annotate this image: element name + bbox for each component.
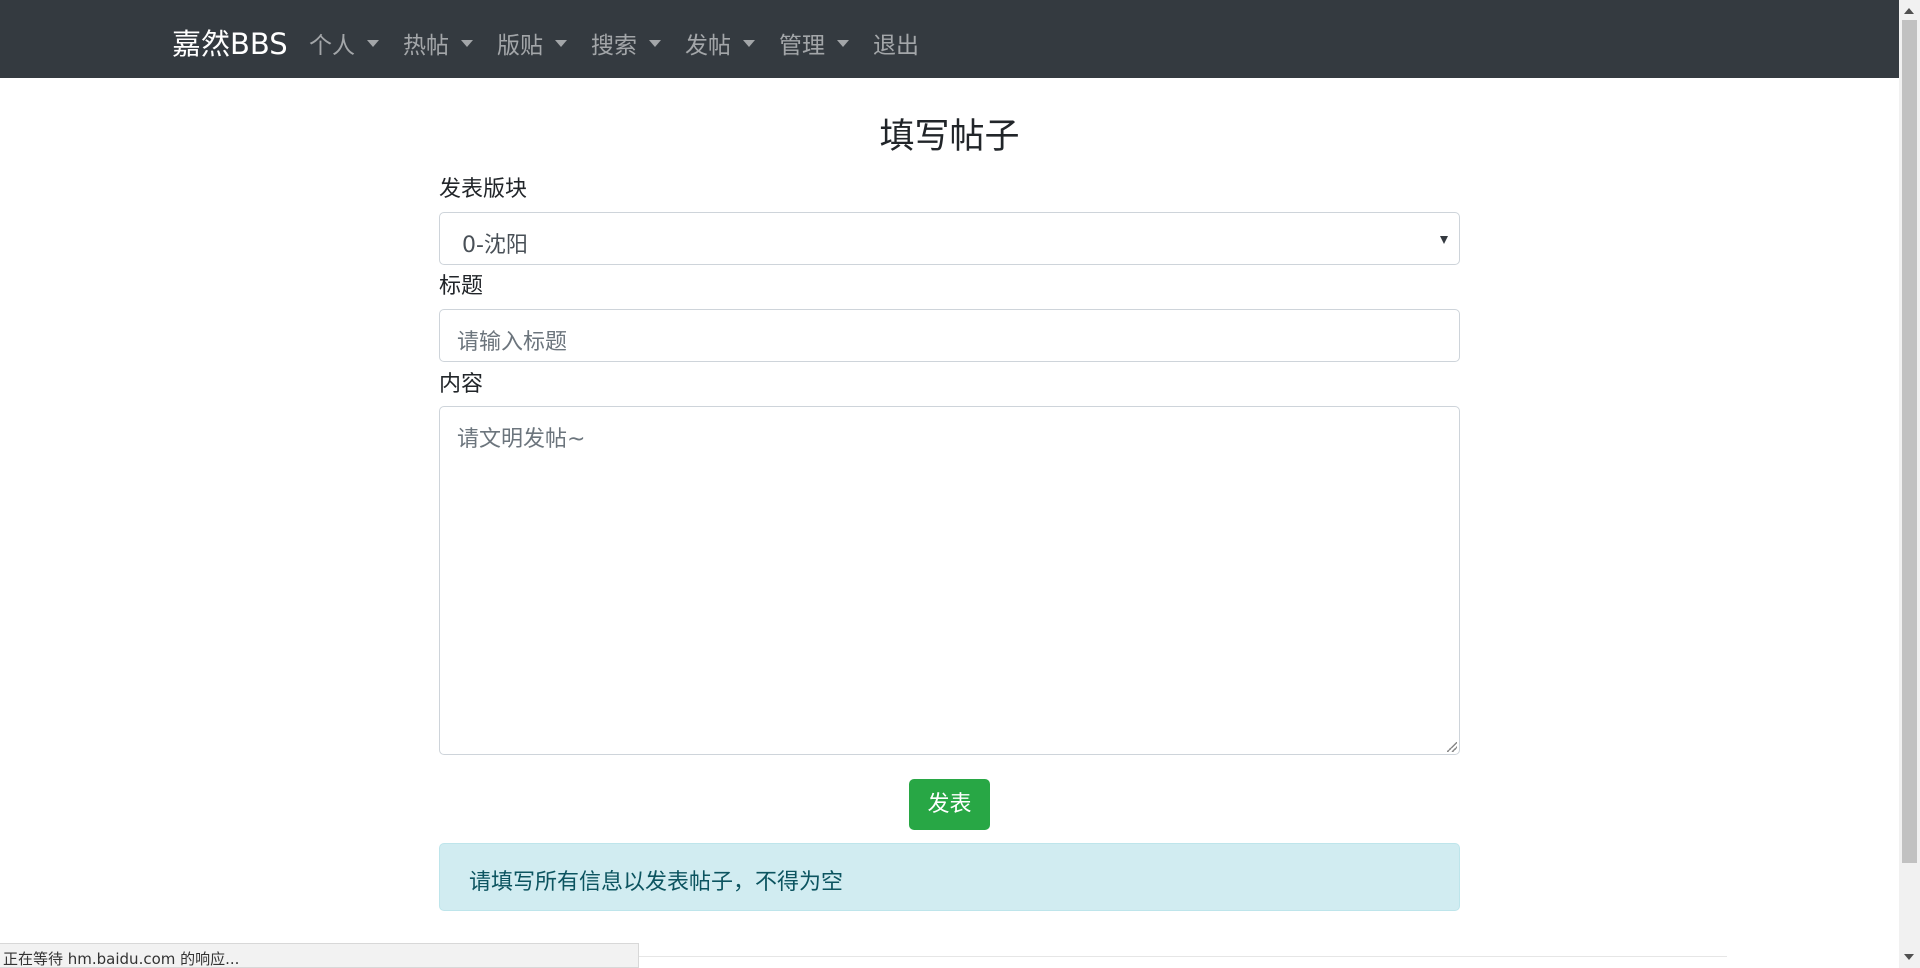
board-label: 发表版块 [439,177,528,202]
nav-item-label: 管理 [779,33,825,59]
caret-down-icon [367,39,379,47]
nav-item-post[interactable]: 发帖 [685,26,755,60]
nav-item-personal[interactable]: 个人 [309,26,379,60]
content-textarea[interactable]: 请文明发帖~ [439,406,1460,755]
nav-item-board-posts[interactable]: 版贴 [497,26,567,60]
title-input[interactable]: 请输入标题 [439,309,1460,362]
nav-item-label: 热帖 [403,33,449,59]
submit-button[interactable]: 发表 [909,779,990,830]
nav-item-manage[interactable]: 管理 [779,26,849,60]
caret-down-icon [649,39,661,47]
nav-item-logout[interactable]: 退出 [873,26,919,60]
caret-down-icon [461,39,473,47]
nav-item-label: 搜索 [591,33,637,59]
brand-logo[interactable]: 嘉然BBS [172,21,288,63]
navbar: 嘉然BBS 个人 热帖 版贴 搜索 发帖 管理 退出 [0,0,1899,78]
caret-down-icon [555,39,567,47]
nav-item-label: 版贴 [497,33,543,59]
dropdown-arrow-icon [1440,236,1448,244]
title-input-placeholder: 请输入标题 [457,330,568,355]
content-textarea-placeholder: 请文明发帖~ [457,427,586,452]
nav-item-label: 个人 [309,33,355,59]
content-label: 内容 [439,372,484,397]
board-select[interactable]: 0-沈阳 [439,212,1460,265]
info-alert: 请填写所有信息以发表帖子，不得为空 [439,843,1460,911]
caret-down-icon [837,39,849,47]
page: 嘉然BBS 个人 热帖 版贴 搜索 发帖 管理 退出 填写帖子 发表版块 0-沈… [0,0,1920,968]
scroll-up-arrow-icon[interactable] [1904,8,1914,14]
resize-handle-icon[interactable] [1447,742,1457,752]
board-select-value: 0-沈阳 [462,233,528,258]
nav-item-label: 发帖 [685,33,731,59]
nav-item-hot-posts[interactable]: 热帖 [403,26,473,60]
nav-item-search[interactable]: 搜索 [591,26,661,60]
vertical-scrollbar[interactable] [1899,0,1920,968]
scroll-down-arrow-icon[interactable] [1904,954,1914,960]
status-text: 正在等待 hm.baidu.com 的响应... [3,950,240,968]
nav-item-label: 退出 [873,33,919,59]
title-label: 标题 [439,274,484,299]
scrollbar-thumb[interactable] [1902,20,1917,863]
nav-menu: 个人 热帖 版贴 搜索 发帖 管理 退出 [309,26,943,60]
alert-message: 请填写所有信息以发表帖子，不得为空 [469,870,844,895]
page-title: 填写帖子 [879,117,1020,157]
browser-status-bar: 正在等待 hm.baidu.com 的响应... [0,943,639,968]
caret-down-icon [743,39,755,47]
